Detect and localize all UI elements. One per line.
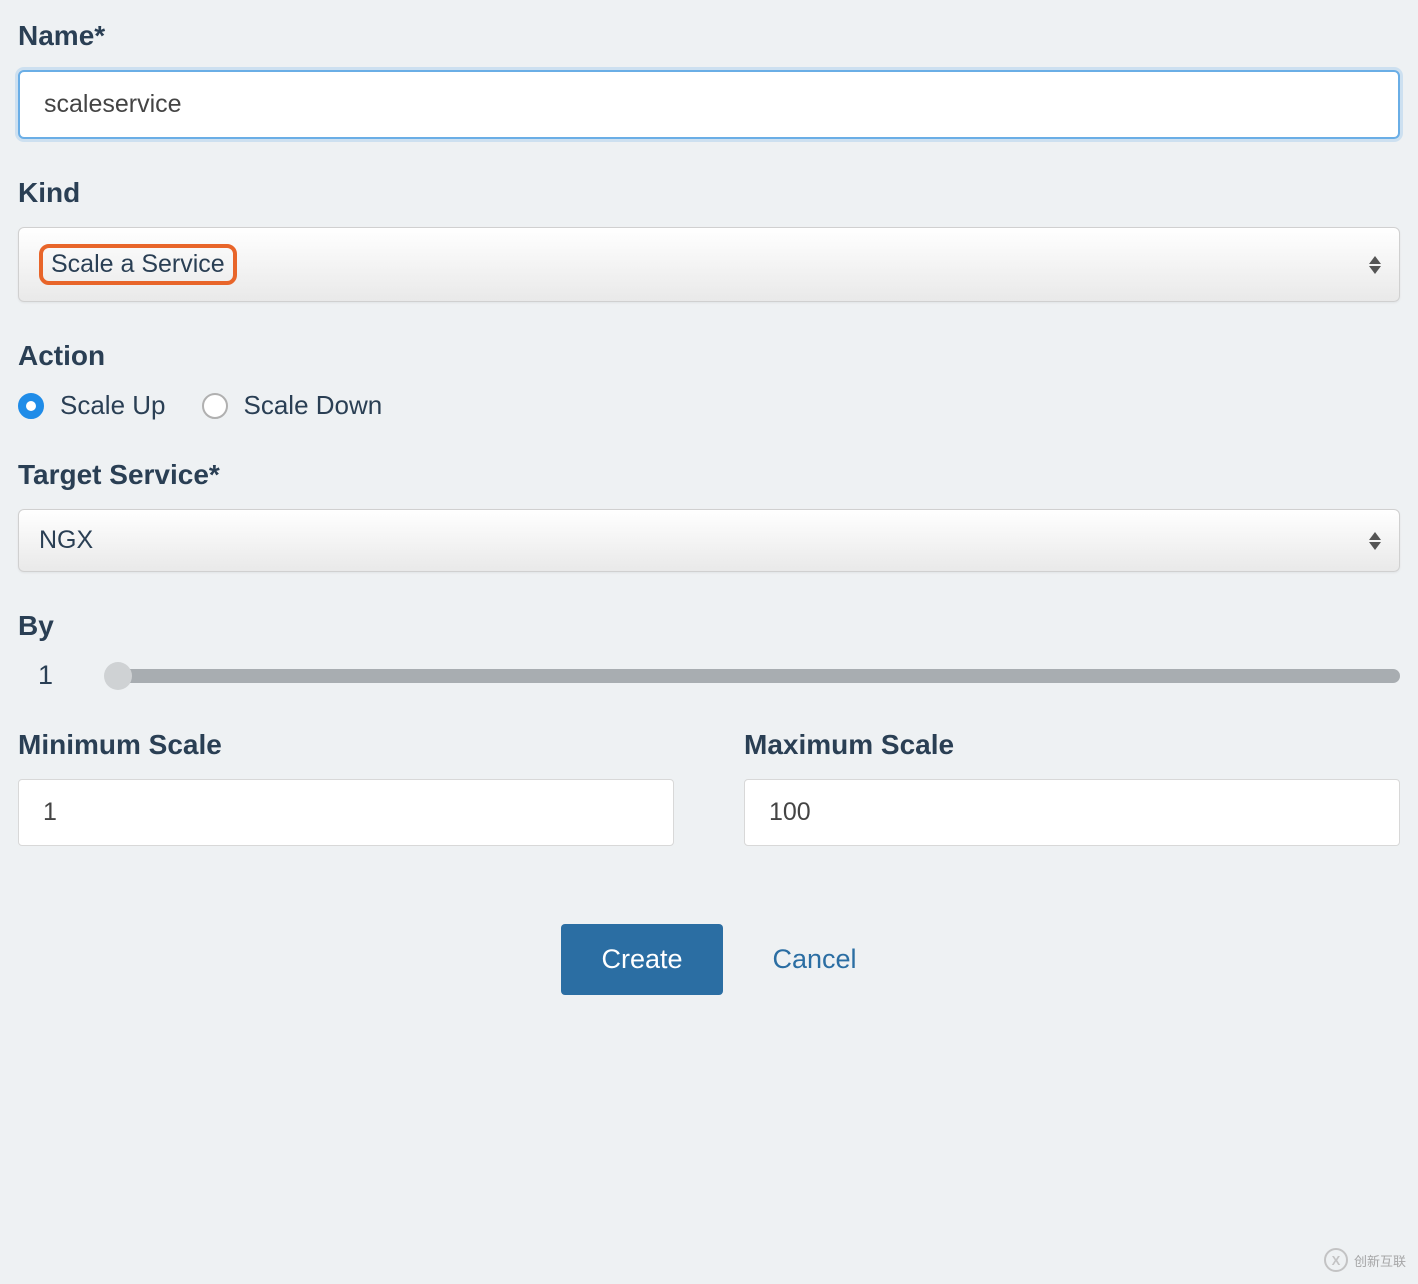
radio-scale-down[interactable]: Scale Down <box>202 390 383 421</box>
min-scale-input[interactable] <box>18 779 674 846</box>
watermark: X 创新互联 <box>1324 1248 1406 1272</box>
kind-select[interactable]: Scale a Service <box>18 227 1400 302</box>
target-service-label: Target Service* <box>18 459 1400 491</box>
min-scale-label: Minimum Scale <box>18 729 674 761</box>
create-button[interactable]: Create <box>561 924 722 995</box>
kind-group: Kind Scale a Service <box>18 177 1400 302</box>
by-slider-row: 1 <box>18 660 1400 691</box>
target-service-value: NGX <box>39 526 93 554</box>
radio-scale-up[interactable]: Scale Up <box>18 390 166 421</box>
select-arrows-icon <box>1369 256 1381 274</box>
name-input[interactable] <box>18 70 1400 139</box>
radio-scale-down-indicator <box>202 393 228 419</box>
action-group: Action Scale Up Scale Down <box>18 340 1400 421</box>
watermark-logo-icon: X <box>1324 1248 1348 1272</box>
select-arrows-icon <box>1369 532 1381 550</box>
kind-label: Kind <box>18 177 1400 209</box>
by-slider-thumb[interactable] <box>104 662 132 690</box>
min-scale-group: Minimum Scale <box>18 729 674 846</box>
button-row: Create Cancel <box>18 924 1400 995</box>
by-group: By 1 <box>18 610 1400 691</box>
radio-scale-up-indicator <box>18 393 44 419</box>
kind-value: Scale a Service <box>39 244 237 285</box>
scale-limits-row: Minimum Scale Maximum Scale <box>18 729 1400 884</box>
max-scale-label: Maximum Scale <box>744 729 1400 761</box>
name-label: Name* <box>18 20 1400 52</box>
cancel-button[interactable]: Cancel <box>773 944 857 975</box>
max-scale-input[interactable] <box>744 779 1400 846</box>
watermark-text: 创新互联 <box>1354 1251 1406 1270</box>
max-scale-group: Maximum Scale <box>744 729 1400 846</box>
by-value: 1 <box>38 660 58 691</box>
action-radio-row: Scale Up Scale Down <box>18 390 1400 421</box>
target-service-group: Target Service* NGX <box>18 459 1400 572</box>
radio-scale-up-label: Scale Up <box>60 390 166 421</box>
name-group: Name* <box>18 20 1400 139</box>
target-service-select[interactable]: NGX <box>18 509 1400 572</box>
by-slider[interactable] <box>118 669 1400 683</box>
action-label: Action <box>18 340 1400 372</box>
radio-scale-down-label: Scale Down <box>244 390 383 421</box>
by-label: By <box>18 610 1400 642</box>
